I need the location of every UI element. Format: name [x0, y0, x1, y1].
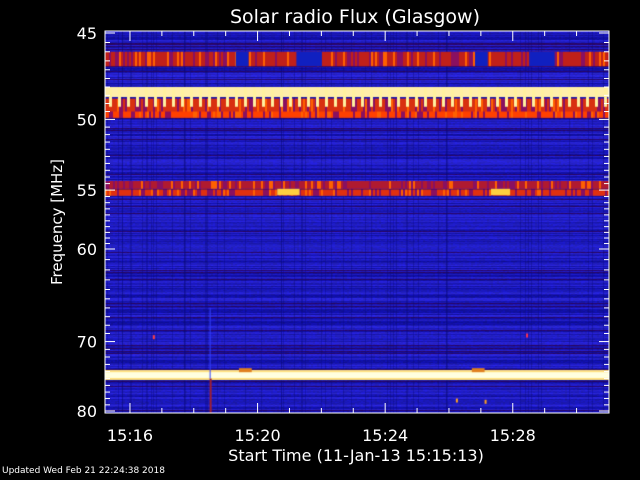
y-tick-label: 55: [77, 181, 97, 200]
y-axis-label: Frequency [MHz]: [48, 159, 66, 285]
y-axis-ticks: 45 50 55 60 70 80: [77, 24, 609, 421]
y-tick-label: 70: [77, 333, 97, 352]
x-tick-label: 15:20: [235, 426, 281, 445]
updated-timestamp: Updated Wed Feb 21 22:24:38 2018: [2, 466, 165, 476]
chart-overlay: Solar radio Flux (Glasgow) Start Time (1…: [48, 6, 610, 465]
y-tick-label: 60: [77, 240, 97, 259]
x-tick-label: 15:16: [107, 426, 153, 445]
x-tick-label: 15:28: [490, 426, 536, 445]
plot-frame: [104, 30, 610, 414]
x-tick-label: 15:24: [362, 426, 408, 445]
y-tick-label: 80: [77, 402, 97, 421]
y-tick-label: 45: [77, 24, 97, 43]
chart-title: Solar radio Flux (Glasgow): [230, 6, 480, 28]
x-axis-label: Start Time (11-Jan-13 15:15:13): [228, 446, 484, 465]
spectrogram-chart: Solar radio Flux (Glasgow) Start Time (1…: [0, 0, 640, 480]
y-tick-label: 50: [77, 110, 97, 129]
x-axis-ticks: 15:16 15:20 15:24 15:28: [107, 31, 578, 445]
